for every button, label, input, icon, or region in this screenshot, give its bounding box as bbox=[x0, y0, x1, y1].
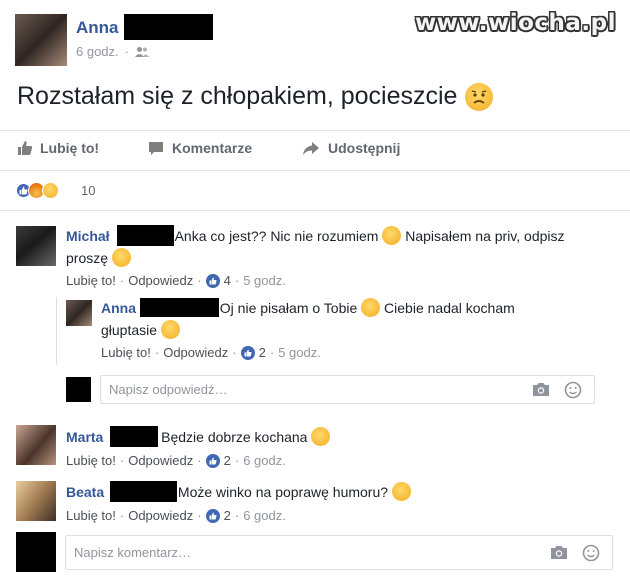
like-count-icon[interactable] bbox=[205, 273, 220, 288]
comment-reply-link[interactable]: Odpowiedz bbox=[128, 273, 193, 288]
separator-dot: · bbox=[234, 453, 240, 468]
comment-text-a: Anka co jest?? Nic nie rozumiem bbox=[174, 228, 379, 244]
share-button[interactable]: Udostępnij bbox=[302, 140, 400, 156]
separator-dot: · bbox=[119, 508, 125, 523]
separator-dot: · bbox=[124, 44, 129, 59]
comment-like-link[interactable]: Lubię to! bbox=[66, 508, 116, 523]
reply-actions: Lubię to! · Odpowiedz · 2 · 5 godz. bbox=[101, 345, 321, 360]
winking-face-icon bbox=[391, 482, 411, 501]
comment-input[interactable]: Napisz komentarz… bbox=[65, 535, 613, 570]
reply-like-count[interactable]: 2 bbox=[259, 345, 266, 360]
comment-like-count[interactable]: 2 bbox=[224, 453, 231, 468]
separator-dot: · bbox=[234, 273, 240, 288]
comment-text-a: Może winko na poprawę humoru? bbox=[177, 484, 389, 500]
current-user-avatar bbox=[16, 532, 56, 572]
kissing-heart-face-icon bbox=[160, 320, 180, 339]
emoji-picker-icon[interactable] bbox=[582, 544, 600, 562]
redacted-surname bbox=[140, 298, 219, 317]
reply-like-link[interactable]: Lubię to! bbox=[101, 345, 151, 360]
post-divider-bottom bbox=[0, 170, 630, 171]
redacted-surname bbox=[117, 225, 174, 246]
like-count-icon[interactable] bbox=[205, 453, 220, 468]
separator-dot: · bbox=[119, 453, 125, 468]
comment-actions: Lubię to! · Odpowiedz · 2 · 6 godz. bbox=[66, 453, 286, 468]
post-text: Rozstałam się z chłopakiem, pocieszcie bbox=[17, 82, 458, 110]
reactions-divider bbox=[0, 210, 630, 211]
reply-input-placeholder: Napisz odpowiedź… bbox=[109, 382, 228, 397]
comment-bubble-icon bbox=[149, 141, 163, 155]
redacted-surname bbox=[110, 481, 177, 502]
reply-input[interactable]: Napisz odpowiedź… bbox=[100, 375, 595, 404]
worried-face-icon bbox=[382, 226, 402, 245]
comment-button[interactable]: Komentarze bbox=[148, 140, 252, 156]
watermark-logo: www.wiocha.pl bbox=[414, 10, 616, 36]
worried-face-icon bbox=[111, 248, 131, 267]
redacted-surname bbox=[110, 426, 158, 447]
sad-reaction-icon bbox=[42, 182, 59, 199]
comment-like-link[interactable]: Lubię to! bbox=[66, 453, 116, 468]
like-count-icon[interactable] bbox=[240, 345, 255, 360]
comment-author-name[interactable]: Marta bbox=[66, 429, 103, 445]
reply-text-b: Ciebie nadal kocham bbox=[384, 300, 515, 316]
thumbs-up-icon bbox=[18, 141, 33, 155]
post-text-line: Rozstałam się z chłopakiem, pocieszcie bbox=[17, 82, 494, 111]
friends-icon bbox=[135, 46, 149, 57]
camera-icon[interactable] bbox=[532, 382, 550, 397]
separator-dot: · bbox=[234, 508, 240, 523]
comment-time[interactable]: 6 godz. bbox=[243, 453, 286, 468]
like-count-icon[interactable] bbox=[205, 508, 220, 523]
redacted-surname bbox=[124, 14, 213, 40]
post-time-text: 6 godz. bbox=[76, 44, 119, 59]
separator-dot: · bbox=[197, 508, 202, 523]
worried-face-icon bbox=[465, 82, 494, 111]
reply-time[interactable]: 5 godz. bbox=[278, 345, 321, 360]
separator-dot: · bbox=[197, 453, 202, 468]
reply-author-name[interactable]: Anna bbox=[101, 300, 136, 316]
comment-like-count[interactable]: 4 bbox=[224, 273, 231, 288]
current-user-avatar bbox=[66, 377, 91, 402]
like-button-label: Lubię to! bbox=[40, 140, 100, 156]
comment-button-label: Komentarze bbox=[172, 140, 253, 156]
comment-reply-link[interactable]: Odpowiedz bbox=[128, 508, 193, 523]
separator-dot: · bbox=[154, 345, 160, 360]
comment-author-avatar[interactable] bbox=[16, 425, 56, 465]
like-button[interactable]: Lubię to! bbox=[17, 140, 99, 156]
separator-dot: · bbox=[269, 345, 275, 360]
comment-input-placeholder: Napisz komentarz… bbox=[74, 545, 192, 560]
post-time[interactable]: 6 godz. · bbox=[76, 44, 149, 59]
comment-author-name[interactable]: Michał bbox=[66, 228, 110, 244]
reply-text-a: Oj nie pisałam o Tobie bbox=[219, 300, 358, 316]
comment-like-link[interactable]: Lubię to! bbox=[66, 273, 116, 288]
reply-reply-link[interactable]: Odpowiedz bbox=[163, 345, 228, 360]
reactions-summary[interactable]: 10 bbox=[16, 181, 136, 199]
comment-text-a: Będzie dobrze kochana bbox=[161, 429, 308, 445]
comment-author-avatar[interactable] bbox=[16, 481, 56, 521]
separator-dot: · bbox=[232, 345, 237, 360]
separator-dot: · bbox=[119, 273, 125, 288]
camera-icon[interactable] bbox=[550, 545, 568, 560]
post-divider-top bbox=[0, 130, 630, 131]
comment-reply-link[interactable]: Odpowiedz bbox=[128, 453, 193, 468]
smiling-face-icon bbox=[361, 298, 381, 317]
kissing-heart-face-icon bbox=[311, 427, 331, 446]
post-author-name[interactable]: Anna bbox=[76, 18, 119, 38]
comment-author-avatar[interactable] bbox=[16, 226, 56, 266]
reply-thread-line bbox=[56, 297, 57, 365]
comment-text-b: Napisałem na priv, odpisz bbox=[405, 228, 565, 244]
reactions-count: 10 bbox=[81, 183, 96, 198]
comment-actions: Lubię to! · Odpowiedz · 2 · 6 godz. bbox=[66, 508, 286, 523]
comment-text-c: proszę bbox=[66, 250, 109, 266]
share-button-label: Udostępnij bbox=[328, 140, 401, 156]
comment-time[interactable]: 5 godz. bbox=[243, 273, 286, 288]
reply-text-c: głuptasie bbox=[101, 322, 158, 338]
post-author-avatar[interactable] bbox=[15, 14, 67, 66]
separator-dot: · bbox=[197, 273, 202, 288]
comment-time[interactable]: 6 godz. bbox=[243, 508, 286, 523]
comment-like-count[interactable]: 2 bbox=[224, 508, 231, 523]
comment-author-name[interactable]: Beata bbox=[66, 484, 104, 500]
emoji-picker-icon[interactable] bbox=[564, 381, 582, 399]
comment-actions: Lubię to! · Odpowiedz · 4 · 5 godz. bbox=[66, 273, 286, 288]
reply-author-avatar[interactable] bbox=[66, 300, 92, 326]
share-arrow-icon bbox=[303, 141, 319, 155]
